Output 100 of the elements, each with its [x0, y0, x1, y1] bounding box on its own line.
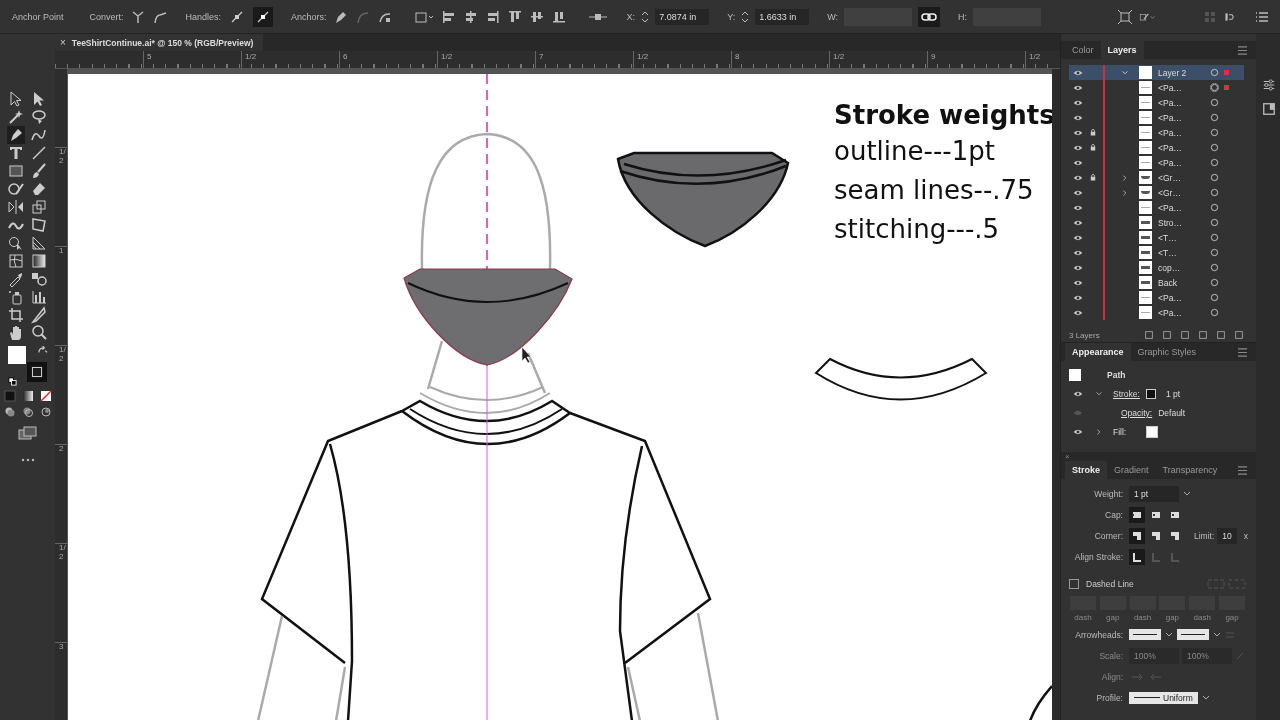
pencil-icon[interactable] [7, 180, 25, 198]
rectangle-icon[interactable] [7, 162, 25, 180]
target-icon[interactable] [1210, 68, 1219, 77]
none-icon[interactable] [39, 390, 52, 402]
target-icon[interactable] [1210, 143, 1219, 152]
eye-icon[interactable] [1073, 128, 1083, 137]
properties-icon[interactable] [1261, 78, 1276, 92]
panel-tab[interactable]: Transparency [1155, 461, 1225, 479]
layer-row[interactable]: Stro… [1069, 215, 1244, 230]
fill-swatch[interactable] [1146, 426, 1159, 438]
color-icon[interactable] [3, 390, 16, 402]
target-icon[interactable] [1210, 158, 1219, 167]
target-icon[interactable] [1210, 233, 1219, 242]
magic-wand-icon[interactable] [7, 108, 25, 126]
blend-icon[interactable] [30, 270, 48, 288]
layer-row[interactable]: <Pa… [1069, 95, 1244, 110]
eye-icon[interactable] [1073, 428, 1083, 436]
lock-icon[interactable] [1089, 143, 1097, 152]
eye-icon[interactable] [1073, 113, 1083, 122]
perspective-grid-icon[interactable] [30, 234, 48, 252]
reflect-icon[interactable] [7, 198, 25, 216]
target-icon[interactable] [1210, 248, 1219, 257]
shape-builder-icon[interactable] [7, 234, 25, 252]
lasso-icon[interactable] [30, 108, 48, 126]
checkbox[interactable] [1069, 578, 1079, 589]
panel-tab[interactable]: Gradient [1107, 461, 1156, 479]
artboard-icon[interactable] [7, 306, 25, 324]
crop-icon[interactable] [1117, 8, 1133, 25]
eye-icon[interactable] [1073, 203, 1083, 212]
layer-row[interactable]: cop… [1069, 260, 1244, 275]
eye-icon[interactable] [1073, 263, 1083, 272]
draw-behind-icon[interactable] [21, 406, 34, 418]
layer-row[interactable]: <Pa… [1069, 155, 1244, 170]
layer-row[interactable]: <Gr… [1069, 185, 1244, 200]
chevron-icon[interactable] [1095, 428, 1103, 436]
layer-row[interactable]: <Pa… [1069, 125, 1244, 140]
profile-dropdown[interactable]: Uniform [1129, 691, 1198, 704]
eye-icon[interactable] [1073, 68, 1083, 77]
scale-field[interactable]: 100% [1182, 647, 1232, 664]
stroke-swatch[interactable] [26, 362, 47, 382]
align-icon[interactable] [440, 8, 457, 25]
target-icon[interactable] [1210, 128, 1219, 137]
eye-icon[interactable] [1073, 293, 1083, 302]
target-icon[interactable] [1210, 188, 1219, 197]
handle-icon[interactable] [253, 6, 274, 27]
layer-row[interactable]: <Pa… [1069, 305, 1244, 320]
brush-icon[interactable] [30, 162, 48, 180]
lock-icon[interactable] [1089, 128, 1097, 137]
eye-icon[interactable] [1073, 278, 1083, 287]
eye-icon[interactable] [1073, 390, 1083, 398]
layer-row[interactable]: <Pa… [1069, 140, 1244, 155]
eye-icon[interactable] [1073, 233, 1083, 242]
eye-icon[interactable] [1073, 143, 1083, 152]
panel-tab[interactable]: Stroke [1065, 461, 1107, 479]
limit-field[interactable]: 10 [1217, 527, 1237, 544]
target-icon[interactable] [1210, 98, 1219, 107]
gradient-icon[interactable] [30, 252, 48, 270]
more-icon[interactable] [20, 458, 35, 462]
draw-normal-icon[interactable] [3, 406, 16, 418]
close-button[interactable]: × [1065, 452, 1070, 461]
sprayer-icon[interactable] [7, 288, 25, 306]
target-icon[interactable] [1210, 218, 1219, 227]
eye-icon[interactable] [1073, 158, 1083, 167]
link-icon[interactable] [918, 6, 940, 27]
eyedropper-icon[interactable] [7, 270, 25, 288]
target-icon[interactable] [1210, 278, 1219, 287]
x-field[interactable]: 7.0874 in [655, 8, 710, 25]
cap-icon[interactable] [1129, 506, 1145, 523]
eye-icon[interactable] [1073, 308, 1083, 317]
lock-icon[interactable] [1089, 173, 1097, 182]
knife-icon[interactable] [30, 306, 48, 324]
layer-row[interactable]: <Pa… [1069, 80, 1244, 95]
eraser-icon[interactable] [30, 180, 48, 198]
pen-icon[interactable] [7, 126, 25, 144]
eye-icon[interactable] [1073, 248, 1083, 257]
align-stroke-icon[interactable] [1129, 548, 1145, 565]
target-selected-icon[interactable] [1210, 83, 1219, 92]
eye-icon[interactable] [1073, 98, 1083, 107]
target-icon[interactable] [1210, 173, 1219, 182]
y-field[interactable]: 1.6633 in [755, 8, 810, 25]
stroke-link[interactable]: Stroke: [1113, 389, 1140, 399]
chevron-icon[interactable] [1095, 390, 1103, 398]
screen-mode-icon[interactable] [17, 426, 38, 440]
arrowhead-dropdown[interactable] [1129, 629, 1161, 640]
layer-row[interactable]: <Gr… [1069, 170, 1244, 185]
layer-row[interactable]: <T… [1069, 230, 1244, 245]
libraries-icon[interactable] [1261, 102, 1276, 116]
panel-tab[interactable]: Layers [1100, 41, 1144, 59]
target-icon[interactable] [1210, 293, 1219, 302]
layer-row[interactable]: <Pa… [1069, 290, 1244, 305]
target-icon[interactable] [1210, 263, 1219, 272]
mesh-icon[interactable] [7, 252, 25, 270]
layer-row[interactable]: Back [1069, 275, 1244, 290]
fill-swatch[interactable] [7, 346, 26, 364]
menu-icon[interactable] [1237, 347, 1248, 357]
type-icon[interactable] [7, 144, 25, 162]
arrowhead-dropdown[interactable] [1177, 629, 1209, 640]
panel-tab[interactable]: Appearance [1065, 343, 1131, 361]
layer-row[interactable]: <Pa… [1069, 200, 1244, 215]
eye-icon[interactable] [1073, 83, 1083, 92]
